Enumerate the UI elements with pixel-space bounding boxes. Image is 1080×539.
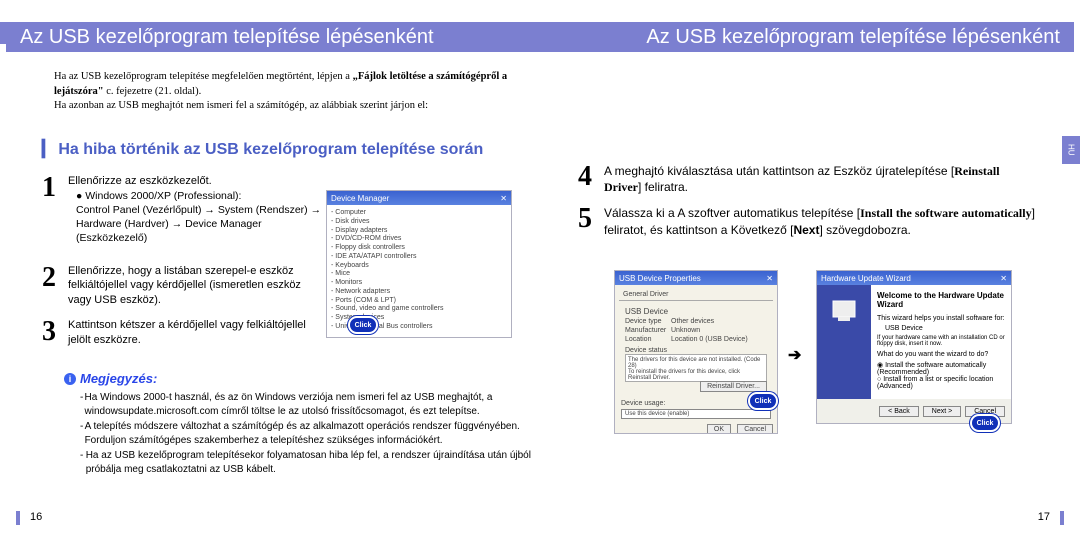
intro-paragraph: Ha az USB kezelőprogram telepítése megfe… xyxy=(54,70,540,114)
step5-p0: Válassza ki a A szoftver automatikus tel… xyxy=(604,206,860,220)
wizard-opt2[interactable]: Install from a list or specific location… xyxy=(877,376,993,390)
right-steps-column: 4 A meghajtó kiválasztása után kattintso… xyxy=(578,163,1038,248)
step5-p1: Install the software automatically xyxy=(860,206,1031,220)
close-icon: ✕ xyxy=(500,194,507,203)
info-icon: i xyxy=(64,373,76,385)
tree-item: - Keyboards xyxy=(331,262,507,271)
tree-item: - Ports (COM & LPT) xyxy=(331,297,507,306)
window-title: Device Manager xyxy=(331,194,389,203)
close-icon: ✕ xyxy=(766,274,773,283)
page-number-left: 16 xyxy=(30,511,42,523)
wizard-cd-hint: If your hardware came with an installati… xyxy=(877,335,1005,347)
step5-p3: Next xyxy=(793,223,819,237)
intro-text-a: Ha az USB kezelőprogram telepítése megfe… xyxy=(54,71,353,82)
step-1: 1 Ellenőrizze az eszközkezelőt. ● Window… xyxy=(42,174,322,246)
note-list: -Ha Windows 2000-t használ, és az ön Win… xyxy=(80,391,540,478)
wizard-opt1[interactable]: Install the software automatically (Reco… xyxy=(877,362,986,376)
reinstall-driver-button[interactable]: Reinstall Driver... xyxy=(700,381,767,392)
device-name: USB Device xyxy=(625,307,767,316)
step-text: Ellenőrizze az eszközkezelőt. xyxy=(68,174,322,189)
step-number: 2 xyxy=(42,264,68,309)
note-item: Ha az USB kezelőprogram telepítésekor fo… xyxy=(86,449,540,476)
prop-val: Unknown xyxy=(671,327,700,334)
click-badge: Click xyxy=(748,392,778,410)
cancel-button[interactable]: Cancel xyxy=(737,424,773,433)
section-heading-text: Ha hiba történik az USB kezelőprogram te… xyxy=(58,141,483,158)
window-titlebar: USB Device Properties ✕ xyxy=(615,271,777,285)
footer-bar-icon xyxy=(1060,511,1064,525)
back-button[interactable]: < Back xyxy=(879,406,919,417)
tree-item: - Sound, video and game controllers xyxy=(331,305,507,314)
status-text: The drivers for this device are not inst… xyxy=(625,354,767,382)
ok-button[interactable]: OK xyxy=(707,424,731,433)
language-tab: HU xyxy=(1062,136,1080,164)
tree-item: - DVD/CD-ROM drives xyxy=(331,235,507,244)
wizard-question: What do you want the wizard to do? xyxy=(877,351,1005,358)
step-number: 1 xyxy=(42,174,68,246)
step-4: 4 A meghajtó kiválasztása után kattintso… xyxy=(578,163,1038,195)
note-heading: i Megjegyzés: xyxy=(64,371,157,386)
window-titlebar: Device Manager ✕ xyxy=(327,191,511,205)
step-number: 3 xyxy=(42,318,68,348)
click-badge: Click xyxy=(970,414,1000,432)
step-text: Ellenőrizze, hogy a listában szerepel-e … xyxy=(68,264,322,309)
footer-bar-icon xyxy=(16,511,20,525)
prop-key: Device type xyxy=(625,318,671,325)
page-header-band: Az USB kezelőprogram telepítése lépésenk… xyxy=(0,22,1080,52)
heading-bar-icon: ▎ xyxy=(42,141,54,158)
intro-text-c: c. fejezetre (21. oldal). xyxy=(104,86,202,97)
note-label: Megjegyzés: xyxy=(80,371,157,386)
hardware-wizard-screenshot: Hardware Update Wizard ✕ Welcome to the … xyxy=(816,270,1012,424)
tree-item: - Monitors xyxy=(331,279,507,288)
usage-select[interactable]: Use this device (enable) xyxy=(621,409,771,419)
header-title-left: Az USB kezelőprogram telepítése lépésenk… xyxy=(0,22,540,52)
step-5: 5 Válassza ki a A szoftver automatikus t… xyxy=(578,205,1038,237)
next-button[interactable]: Next > xyxy=(923,406,961,417)
prop-val: Location 0 (USB Device) xyxy=(671,336,748,343)
prop-key: Location xyxy=(625,336,671,343)
click-badge: Click xyxy=(348,316,378,334)
wizard-icon xyxy=(829,295,859,325)
left-steps-column: 1 Ellenőrizze az eszközkezelőt. ● Window… xyxy=(42,174,322,358)
header-title-right: Az USB kezelőprogram telepítése lépésenk… xyxy=(540,22,1080,52)
step-2: 2 Ellenőrizze, hogy a listában szerepel-… xyxy=(42,264,322,309)
wizard-content: Welcome to the Hardware Update Wizard Th… xyxy=(871,285,1011,399)
window-title: Hardware Update Wizard xyxy=(821,274,911,283)
intro-line2: Ha azonban az USB meghajtót nem ismeri f… xyxy=(54,100,428,111)
wizard-device: USB Device xyxy=(885,325,1005,332)
note-item: Ha Windows 2000-t használ, és az ön Wind… xyxy=(85,391,540,418)
step-number: 5 xyxy=(578,205,604,237)
note-item: A telepítés módszere változhat a számító… xyxy=(85,420,540,447)
tree-item: - Display adapters xyxy=(331,227,507,236)
tree-item: - Mice xyxy=(331,270,507,279)
arrow-icon: ➔ xyxy=(788,345,801,365)
step-number: 4 xyxy=(578,163,604,195)
window-title: USB Device Properties xyxy=(619,274,701,283)
wizard-welcome: Welcome to the Hardware Update Wizard xyxy=(877,291,1005,309)
tree-item: - Network adapters xyxy=(331,288,507,297)
radio-icon[interactable]: ◉ xyxy=(877,362,885,369)
usage-label: Device usage: xyxy=(621,400,665,407)
tree-item: - Disk drives xyxy=(331,218,507,227)
properties-body: General Driver USB Device Device typeOth… xyxy=(615,285,777,433)
close-icon: ✕ xyxy=(1000,274,1007,283)
step4-post: ] feliratra. xyxy=(638,180,688,194)
window-titlebar: Hardware Update Wizard ✕ xyxy=(817,271,1011,285)
tree-item: - Floppy disk controllers xyxy=(331,244,507,253)
step4-pre: A meghajtó kiválasztása után kattintson … xyxy=(604,164,954,178)
tree-item: - Computer xyxy=(331,209,507,218)
tree-item: - IDE ATA/ATAPI controllers xyxy=(331,253,507,262)
status-label: Device status xyxy=(625,347,767,354)
properties-tabs: General Driver xyxy=(619,289,773,301)
page-number-right: 17 xyxy=(1038,511,1050,523)
wizard-help: This wizard helps you install software f… xyxy=(877,315,1005,322)
step5-p4: ] szövegdobozra. xyxy=(819,223,910,237)
prop-val: Other devices xyxy=(671,318,714,325)
step-subtext: ● Windows 2000/XP (Professional): Contro… xyxy=(76,189,322,246)
step-3: 3 Kattintson kétszer a kérdőjellel vagy … xyxy=(42,318,322,348)
section-heading: ▎Ha hiba történik az USB kezelőprogram t… xyxy=(42,139,483,159)
step-text: Kattintson kétszer a kérdőjellel vagy fe… xyxy=(68,318,322,348)
prop-key: Manufacturer xyxy=(625,327,671,334)
